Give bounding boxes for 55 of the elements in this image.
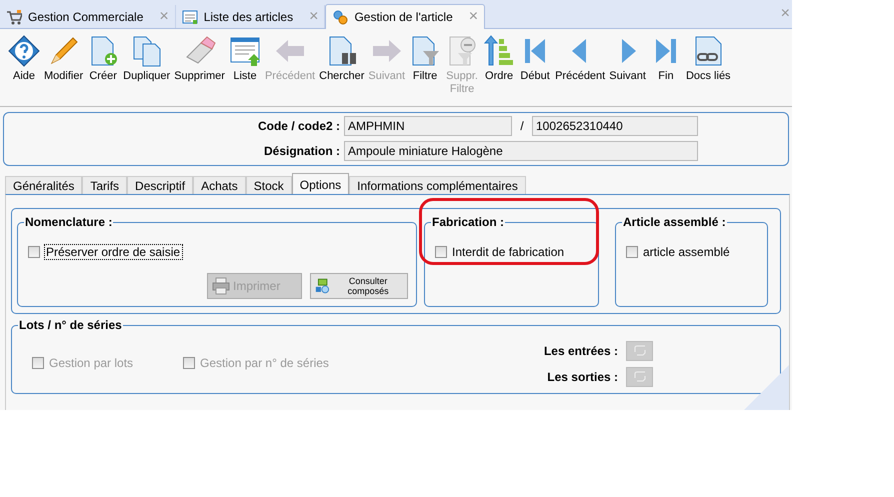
toolbar-button[interactable]: Docs liés (684, 35, 733, 106)
toolbar-button[interactable]: Ordre (481, 35, 518, 106)
tab[interactable]: Informations complémentaires (349, 176, 526, 194)
toolbar-button[interactable]: Aide (6, 35, 42, 106)
document-tab[interactable]: Gestion de l'article × (325, 4, 486, 29)
tab[interactable]: Tarifs (82, 176, 128, 194)
list-icon (228, 35, 261, 67)
toolbar-button[interactable]: Filtre (407, 35, 444, 106)
toolbar-button[interactable]: Supprimer (172, 35, 227, 106)
toolbar-button[interactable]: Suivant (607, 35, 648, 106)
checkbox[interactable] (28, 246, 40, 258)
toolbar-button[interactable]: Dupliquer (121, 35, 172, 106)
toolbar-button[interactable]: Créer (85, 35, 122, 106)
group-title: Lots / n° de séries (18, 318, 123, 332)
group-title: Nomenclature : (24, 215, 114, 229)
code2-field[interactable]: 1002652310440 (532, 116, 698, 136)
separator-text: / (519, 119, 525, 133)
checkbox-label[interactable]: Interdit de fabrication (452, 245, 564, 259)
designation-field[interactable]: Ampoule miniature Halogène (344, 141, 698, 161)
sort-icon (483, 35, 516, 67)
checkbox-label[interactable]: Préserver ordre de saisie (45, 245, 182, 259)
toolbar-button[interactable]: Fin (648, 35, 684, 106)
cart-icon (6, 8, 22, 24)
field-label: Désignation : (262, 144, 341, 158)
entries-button[interactable] (626, 340, 653, 360)
toolbar-button[interactable]: Modifier (42, 35, 86, 106)
field-label: Les entrées : (544, 344, 619, 358)
tab[interactable]: Options (292, 173, 350, 194)
document-tab[interactable]: Liste des articles × (176, 5, 326, 28)
tab[interactable]: Stock (246, 176, 292, 194)
field-label: Code / code2 : (256, 119, 341, 133)
toolbar-button[interactable]: Début (517, 35, 554, 106)
corner-arrow-icon (632, 370, 646, 384)
copy-documents-icon (130, 35, 163, 67)
group-title: Article assemblé : (622, 215, 727, 229)
checkbox[interactable] (626, 246, 638, 258)
group-title: Fabrication : (431, 215, 506, 229)
tab[interactable]: Achats (193, 176, 246, 194)
corner-arrow-icon (632, 344, 646, 358)
field-label: Les sorties : (546, 370, 619, 384)
consult-button[interactable]: Consulter composés (310, 273, 408, 299)
toolbar-button[interactable]: Liste (226, 35, 263, 106)
code-field[interactable]: AMPHMIN (344, 116, 512, 136)
checkbox-label[interactable]: article assemblé (643, 245, 730, 259)
tab[interactable]: Généralités (5, 176, 82, 194)
printer-icon (212, 277, 230, 295)
list-icon (182, 8, 198, 24)
tab[interactable]: Descriptif (127, 176, 194, 194)
toolbar-button[interactable]: Précédent (553, 35, 608, 106)
help-icon (8, 35, 40, 67)
toolbar-button[interactable]: Chercher (317, 35, 366, 106)
computer-icon (315, 277, 330, 295)
exits-button[interactable] (626, 366, 653, 386)
checkbox[interactable] (435, 246, 447, 258)
corner-graphic (744, 365, 789, 410)
